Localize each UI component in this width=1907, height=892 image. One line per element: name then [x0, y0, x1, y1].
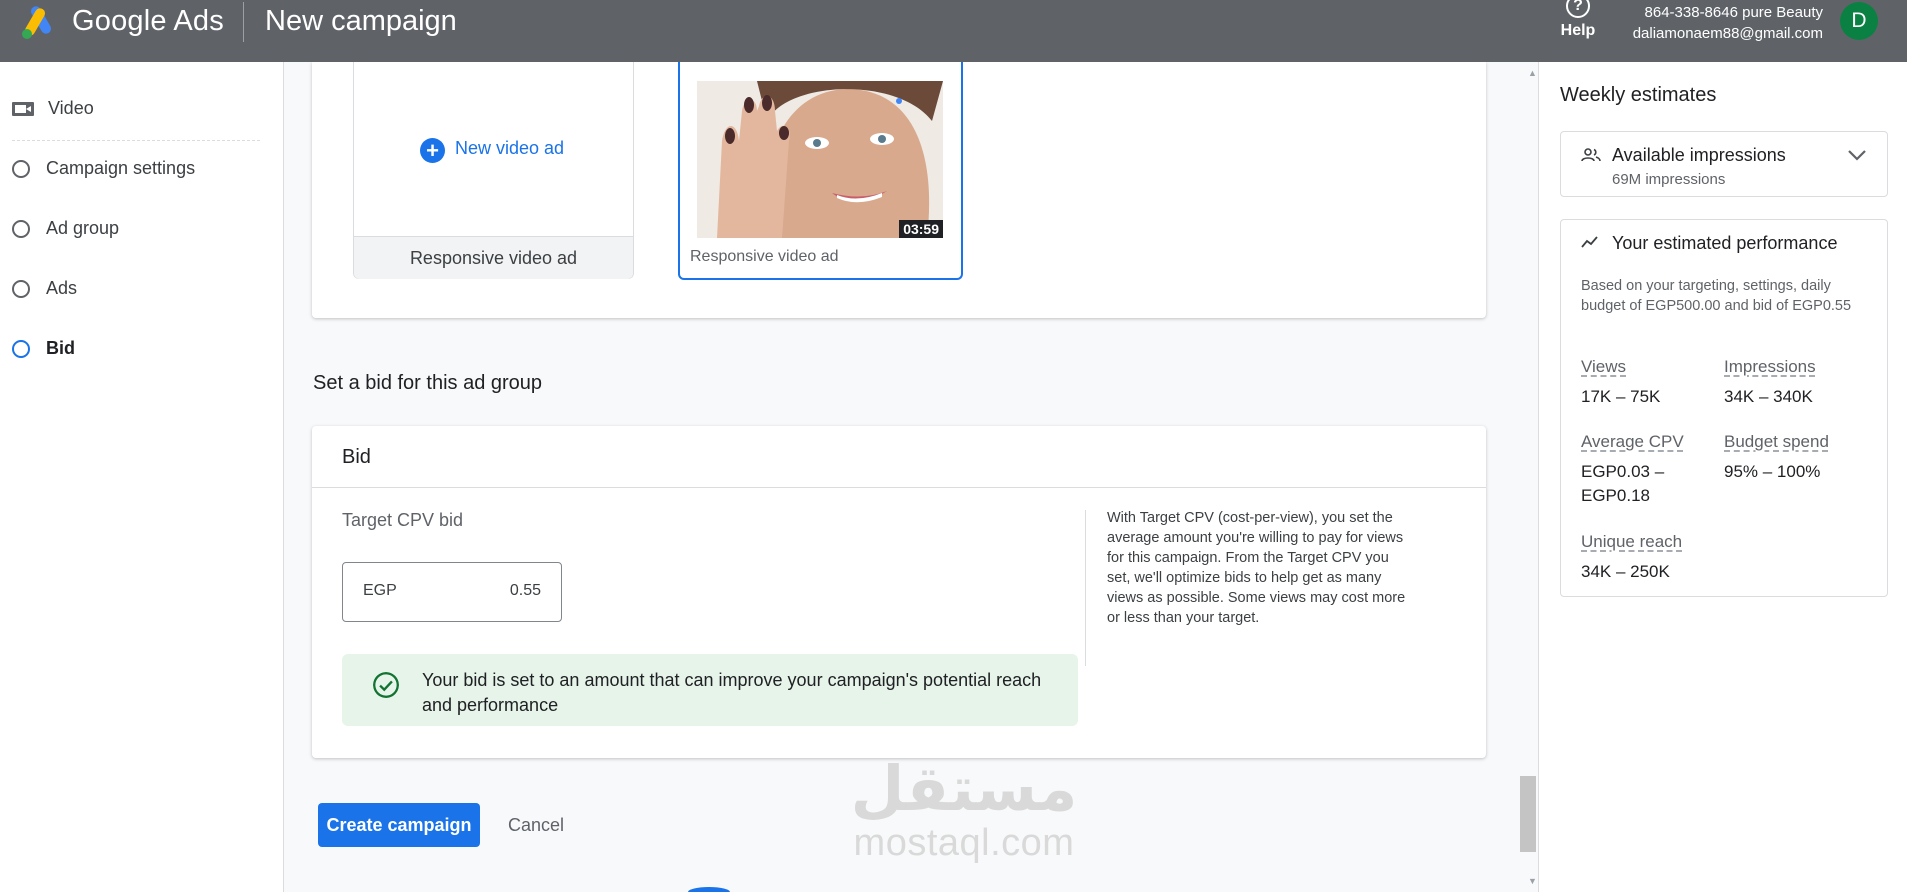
- ad-type-label: Responsive video ad: [354, 236, 633, 279]
- target-cpv-bid-input[interactable]: EGP 0.55: [342, 562, 562, 622]
- sidebar-item-video[interactable]: Video: [12, 98, 94, 119]
- target-cpv-label: Target CPV bid: [342, 510, 464, 530]
- sidebar-item-label: Bid: [46, 338, 75, 358]
- metric-views: Views 17K – 75K: [1581, 357, 1721, 409]
- target-cpv-help-text: With Target CPV (cost-per-view), you set…: [1107, 510, 1406, 626]
- account-switcher[interactable]: 864-338-8646 pure Beauty daliamonaem88@g…: [1633, 2, 1823, 44]
- create-campaign-button[interactable]: Create campaign: [318, 803, 480, 847]
- nav-divider: [12, 140, 260, 141]
- help-divider: [1085, 510, 1086, 666]
- account-email: daliamonaem88@gmail.com: [1632, 25, 1823, 42]
- sidebar-item-label: Ads: [46, 278, 78, 298]
- sidebar-item-label: Video: [48, 98, 94, 118]
- metric-label[interactable]: Unique reach: [1581, 532, 1721, 552]
- impressions-card-value: 69M impressions: [1612, 171, 1726, 188]
- sidebar-item-campaign-settings[interactable]: Campaign settings: [12, 158, 195, 179]
- people-icon: [1581, 148, 1601, 162]
- weekly-estimates-panel: Weekly estimates Available impressions 6…: [1538, 62, 1907, 892]
- scroll-up-arrow-icon[interactable]: ▲: [1528, 68, 1537, 78]
- trending-up-icon: [1581, 236, 1598, 248]
- new-video-ad-area[interactable]: + New video ad: [354, 62, 633, 236]
- metric-label[interactable]: Budget spend: [1724, 432, 1864, 452]
- brand-name: Google Ads: [72, 5, 224, 37]
- add-circle-icon: +: [420, 138, 445, 163]
- step-status-icon: [12, 159, 30, 178]
- step-status-icon: [12, 339, 30, 358]
- top-app-bar: Google Ads New campaign ? Help 864-338-8…: [0, 0, 1907, 62]
- sidebar-item-label: Campaign settings: [46, 158, 196, 178]
- watermark-arabic: مستقل: [850, 755, 1078, 824]
- help-icon: ?: [1566, 0, 1590, 18]
- metric-average-cpv: Average CPV EGP0.03 – EGP0.18: [1581, 432, 1721, 508]
- video-duration-badge: 03:59: [899, 220, 943, 238]
- google-ads-logo-icon[interactable]: [18, 2, 58, 42]
- currency-prefix: EGP: [363, 582, 397, 599]
- sidebar-item-ad-group[interactable]: Ad group: [12, 218, 119, 239]
- brand-divider: [243, 2, 244, 42]
- metric-budget-spend: Budget spend 95% – 100%: [1724, 432, 1864, 484]
- metric-value: EGP0.03 – EGP0.18: [1581, 462, 1665, 505]
- new-video-ad-link[interactable]: New video ad: [455, 138, 564, 159]
- ad-type-label: Responsive video ad: [690, 248, 839, 265]
- bid-section-title: Set a bid for this ad group: [313, 372, 543, 394]
- help-button[interactable]: ? Help: [1552, 0, 1604, 40]
- video-thumbnail[interactable]: 03:59: [697, 81, 943, 238]
- check-circle-icon: [373, 672, 399, 698]
- account-name: 864-338-8646 pure Beauty: [1644, 4, 1823, 21]
- metric-impressions: Impressions 34K – 340K: [1724, 357, 1864, 409]
- available-impressions-card[interactable]: Available impressions 69M impressions: [1560, 131, 1888, 197]
- metric-value: 34K – 340K: [1724, 387, 1813, 406]
- bid-card-title: Bid: [342, 446, 371, 468]
- video-camera-icon: [12, 101, 34, 116]
- help-label: Help: [1560, 22, 1596, 39]
- bid-value[interactable]: 0.55: [510, 582, 541, 600]
- metric-unique-reach: Unique reach 34K – 250K: [1581, 532, 1721, 584]
- main-content: + New video ad Responsive video ad 03:59…: [284, 62, 1538, 892]
- sidebar-item-bid[interactable]: Bid: [12, 338, 75, 359]
- new-video-ad-tile[interactable]: + New video ad Responsive video ad: [353, 62, 634, 279]
- selected-video-ad-tile[interactable]: 03:59 Responsive video ad: [678, 62, 963, 280]
- avatar[interactable]: D: [1840, 2, 1878, 40]
- scroll-down-arrow-icon[interactable]: ▼: [1528, 876, 1537, 886]
- cancel-button[interactable]: Cancel: [502, 803, 570, 847]
- ads-card: + New video ad Responsive video ad 03:59…: [312, 62, 1486, 318]
- metric-label[interactable]: Impressions: [1724, 357, 1864, 377]
- scrollbar-thumb[interactable]: [1520, 776, 1536, 852]
- watermark: مستقل mostaql.com: [824, 755, 1104, 865]
- watermark-latin: mostaql.com: [853, 822, 1075, 864]
- chevron-down-icon[interactable]: [1847, 148, 1867, 162]
- video-thumbnail-image: [697, 81, 943, 238]
- metric-value: 17K – 75K: [1581, 387, 1661, 406]
- metric-value: 95% – 100%: [1724, 462, 1821, 481]
- floating-action-icon[interactable]: [688, 887, 730, 892]
- card-divider: [312, 487, 1486, 488]
- metric-label[interactable]: Views: [1581, 357, 1721, 377]
- performance-description: Based on your targeting, settings, daily…: [1581, 278, 1852, 314]
- main-scrollbar[interactable]: [1518, 62, 1538, 892]
- bid-card: Bid Target CPV bid EGP 0.55 Your bid is …: [312, 426, 1486, 758]
- impressions-card-title: Available impressions: [1612, 145, 1786, 165]
- step-status-icon: [12, 279, 30, 298]
- campaign-steps-nav: Video Campaign settings Ad group Ads Bid: [0, 62, 284, 892]
- estimates-title: Weekly estimates: [1560, 84, 1717, 106]
- estimated-performance-card: Your estimated performance Based on your…: [1560, 219, 1888, 597]
- sidebar-item-label: Ad group: [46, 218, 120, 238]
- sidebar-item-ads[interactable]: Ads: [12, 278, 77, 299]
- step-status-icon: [12, 219, 30, 238]
- success-message-text: Your bid is set to an amount that can im…: [422, 670, 1042, 715]
- bid-success-message: Your bid is set to an amount that can im…: [342, 654, 1078, 726]
- performance-card-title: Your estimated performance: [1612, 233, 1838, 253]
- metric-value: 34K – 250K: [1581, 562, 1670, 581]
- page-title: New campaign: [265, 5, 457, 37]
- metric-label[interactable]: Average CPV: [1581, 432, 1721, 452]
